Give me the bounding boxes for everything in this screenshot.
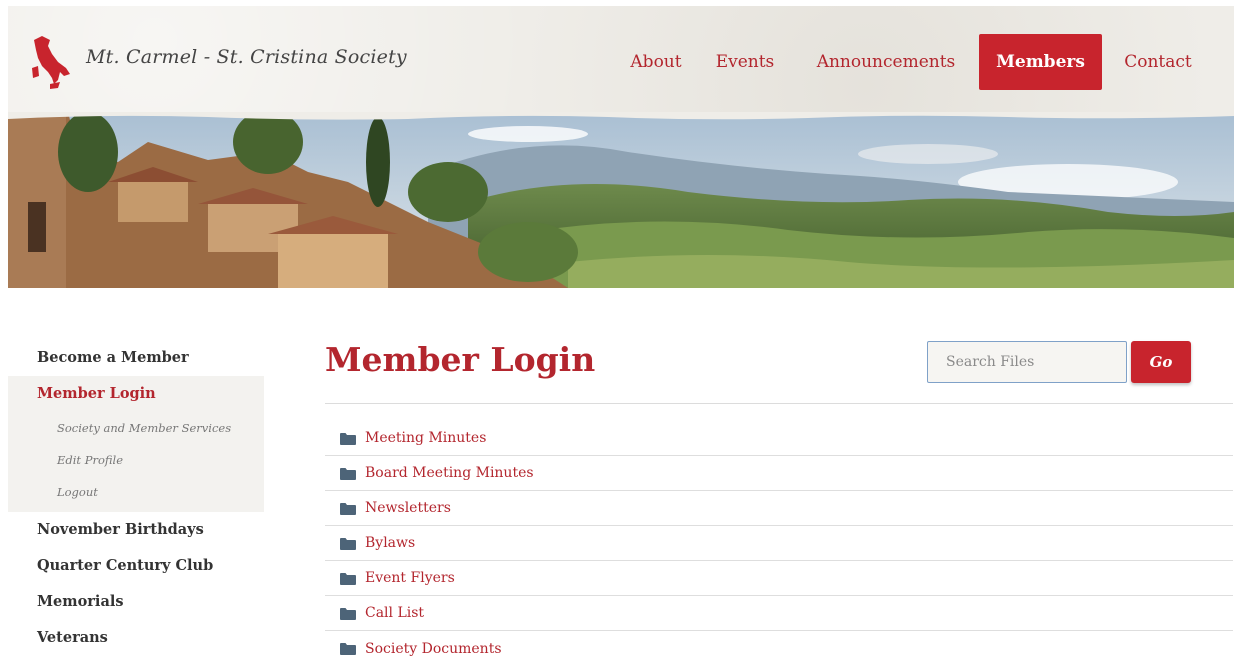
folder-row-event-flyers[interactable]: Event Flyers (325, 561, 1233, 596)
folder-label[interactable]: Event Flyers (365, 570, 455, 586)
tuscany-landscape-image (8, 112, 1234, 288)
nav-announcements[interactable]: Announcements (806, 34, 966, 90)
sidebar-item-memorials[interactable]: Memorials (8, 584, 264, 620)
folder-icon (340, 537, 356, 550)
sidebar-item-quarter-century-club[interactable]: Quarter Century Club (8, 548, 264, 584)
sidebar-subitem-society-services[interactable]: Society and Member Services (8, 412, 264, 444)
folder-row-board-meeting-minutes[interactable]: Board Meeting Minutes (325, 456, 1233, 491)
folder-icon (340, 432, 356, 445)
folder-list: Meeting Minutes Board Meeting Minutes Ne… (325, 421, 1233, 663)
site-header: Mt. Carmel - St. Cristina Society About … (8, 6, 1234, 120)
sidebar-nav: Become a Member Member Login Society and… (8, 340, 264, 656)
folder-label[interactable]: Board Meeting Minutes (365, 465, 534, 481)
sidebar-subitem-logout[interactable]: Logout (8, 476, 264, 512)
folder-icon (340, 607, 356, 620)
folder-label[interactable]: Call List (365, 605, 424, 621)
sidebar-subitem-edit-profile[interactable]: Edit Profile (8, 444, 264, 476)
folder-label[interactable]: Meeting Minutes (365, 430, 486, 446)
hero-banner (8, 112, 1234, 288)
sidebar-item-november-birthdays[interactable]: November Birthdays (8, 512, 264, 548)
sidebar-item-member-login[interactable]: Member Login (8, 376, 264, 412)
folder-row-bylaws[interactable]: Bylaws (325, 526, 1233, 561)
folder-icon (340, 502, 356, 515)
folder-row-call-list[interactable]: Call List (325, 596, 1233, 631)
search-go-button[interactable]: Go (1131, 341, 1191, 383)
main-nav: About Events Announcements Members Conta… (8, 34, 1234, 90)
folder-label[interactable]: Society Documents (365, 641, 502, 657)
folder-row-newsletters[interactable]: Newsletters (325, 491, 1233, 526)
sidebar-item-become-a-member[interactable]: Become a Member (8, 340, 264, 376)
nav-members[interactable]: Members (979, 34, 1102, 90)
folder-row-society-documents[interactable]: Society Documents (325, 631, 1233, 663)
folder-icon (340, 643, 356, 655)
title-divider (325, 403, 1233, 404)
page-title: Member Login (325, 340, 596, 379)
folder-row-meeting-minutes[interactable]: Meeting Minutes (325, 421, 1233, 456)
nav-events[interactable]: Events (708, 34, 782, 90)
search-files-input[interactable] (927, 341, 1127, 383)
folder-icon (340, 572, 356, 585)
sidebar-item-veterans[interactable]: Veterans (8, 620, 264, 656)
sidebar-group-member-login: Member Login Society and Member Services… (8, 376, 264, 512)
nav-contact[interactable]: Contact (1116, 34, 1200, 90)
folder-icon (340, 467, 356, 480)
folder-label[interactable]: Bylaws (365, 535, 415, 551)
folder-label[interactable]: Newsletters (365, 500, 451, 516)
nav-about[interactable]: About (616, 34, 696, 90)
